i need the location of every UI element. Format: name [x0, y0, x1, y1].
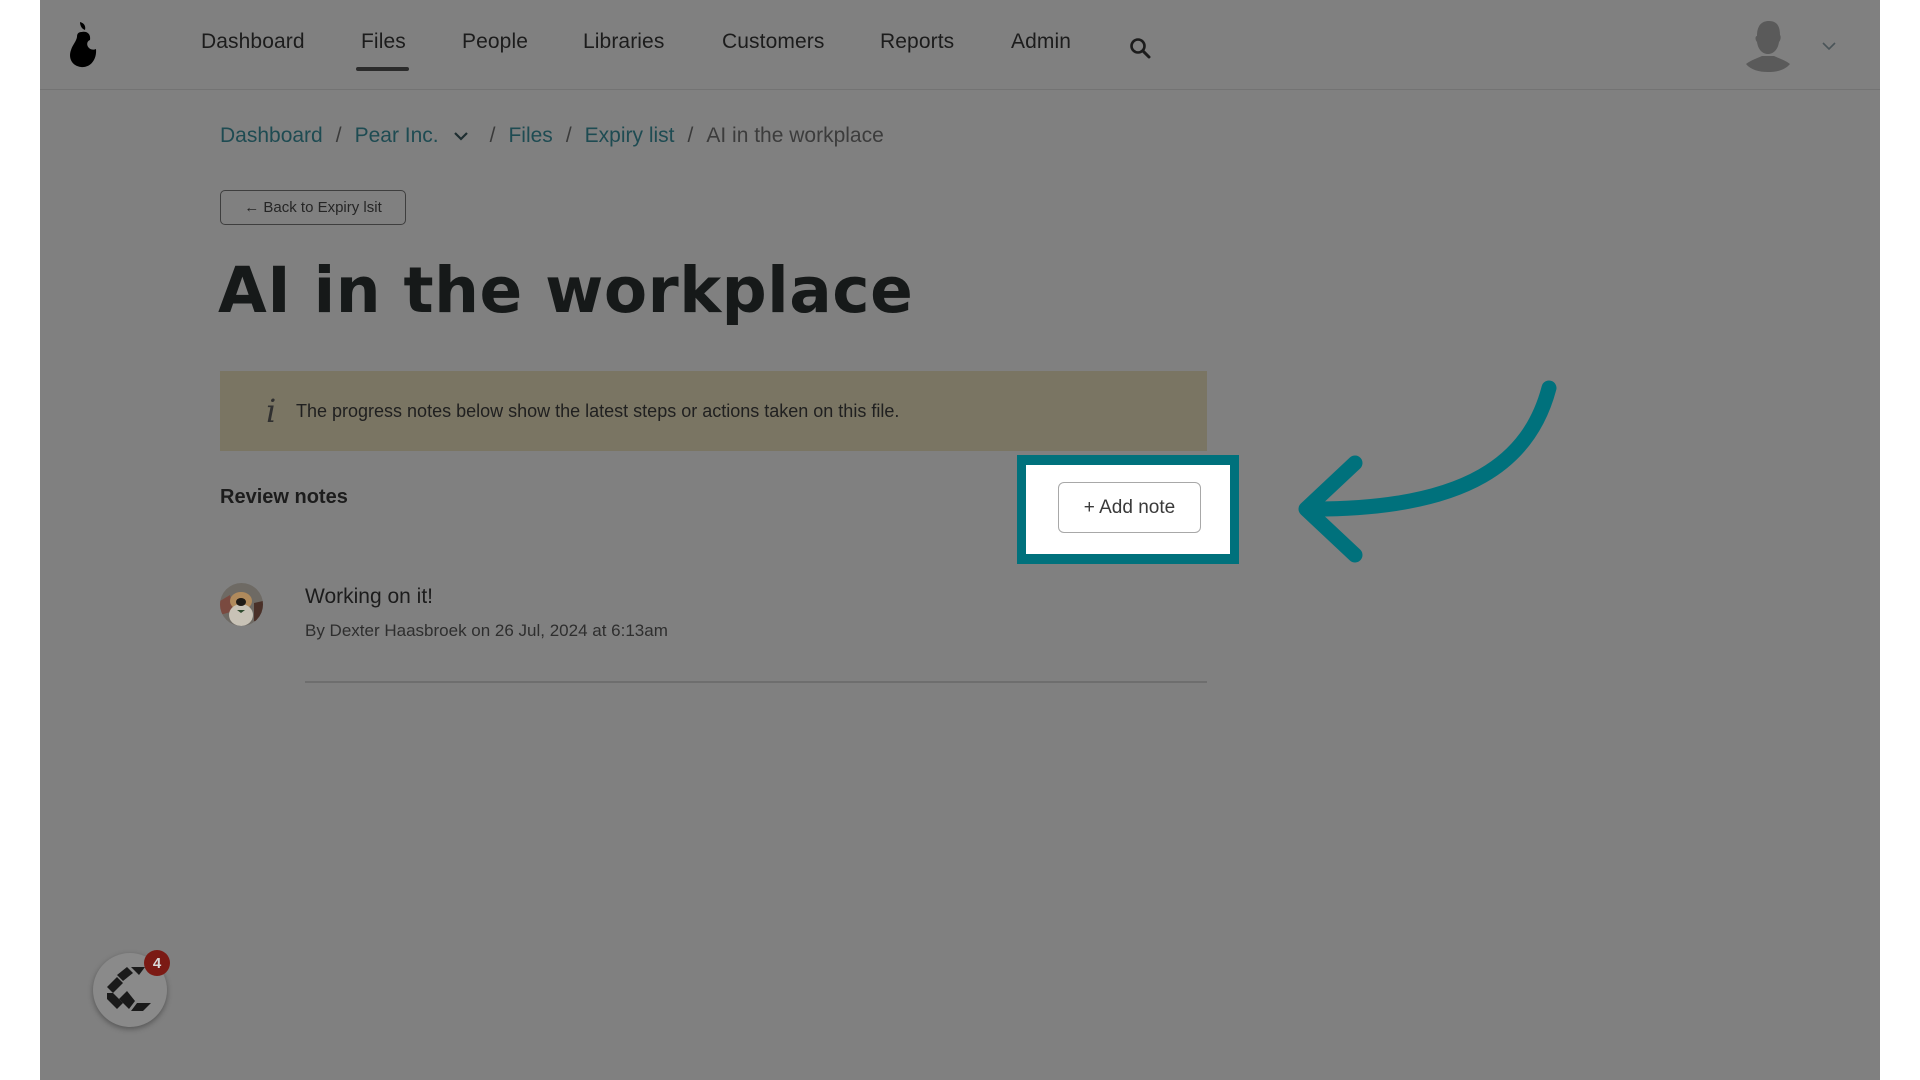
nav-people[interactable]: People [462, 30, 528, 54]
note-title: Working on it! [305, 585, 433, 608]
highlight-spotlight: + Add note [1026, 465, 1230, 554]
breadcrumb-separator: / [565, 124, 572, 147]
breadcrumb: Dashboard / Pear Inc. / Files / Expiry l… [220, 124, 884, 148]
info-icon: i [266, 392, 277, 430]
search-icon[interactable] [1128, 36, 1152, 60]
breadcrumb-organization[interactable]: Pear Inc. [355, 124, 439, 148]
page-title: AI in the workplace [218, 254, 914, 327]
back-to-expiry-list-button[interactable]: ← Back to Expiry lsit [220, 190, 406, 225]
nav-customers[interactable]: Customers [722, 30, 824, 54]
breadcrumb-separator: / [489, 124, 496, 147]
breadcrumb-files[interactable]: Files [508, 124, 552, 148]
pear-logo-icon[interactable] [67, 20, 99, 70]
highlight-frame: + Add note [1017, 455, 1239, 564]
user-avatar-icon[interactable] [1743, 18, 1793, 73]
active-tab-indicator [356, 67, 409, 71]
top-navigation: Dashboard Files People Libraries Custome… [40, 0, 1880, 90]
chevron-down-icon[interactable] [453, 131, 469, 141]
breadcrumb-current: AI in the workplace [706, 124, 884, 147]
nav-admin[interactable]: Admin [1011, 30, 1071, 54]
note-meta: By Dexter Haasbroek on 26 Jul, 2024 at 6… [305, 621, 668, 640]
breadcrumb-separator: / [335, 124, 342, 147]
author-avatar [220, 583, 263, 626]
breadcrumb-dashboard[interactable]: Dashboard [220, 124, 323, 148]
info-banner: i The progress notes below show the late… [220, 371, 1207, 451]
breadcrumb-expiry-list[interactable]: Expiry list [585, 124, 675, 148]
review-notes-heading: Review notes [220, 486, 348, 508]
add-note-button[interactable]: + Add note [1058, 482, 1201, 533]
nav-files[interactable]: Files [361, 30, 406, 54]
note-divider [305, 681, 1207, 683]
info-banner-text: The progress notes below show the latest… [296, 400, 900, 421]
page-overlay: Dashboard Files People Libraries Custome… [40, 0, 1880, 1080]
note-item: Working on it! By Dexter Haasbroek on 26… [220, 583, 1207, 683]
nav-libraries[interactable]: Libraries [583, 30, 664, 54]
breadcrumb-separator: / [687, 124, 694, 147]
chevron-down-icon[interactable] [1821, 40, 1837, 52]
pointer-arrow-icon [1298, 380, 1557, 563]
nav-dashboard[interactable]: Dashboard [201, 30, 305, 54]
notification-badge: 4 [144, 950, 170, 976]
nav-reports[interactable]: Reports [880, 30, 954, 54]
